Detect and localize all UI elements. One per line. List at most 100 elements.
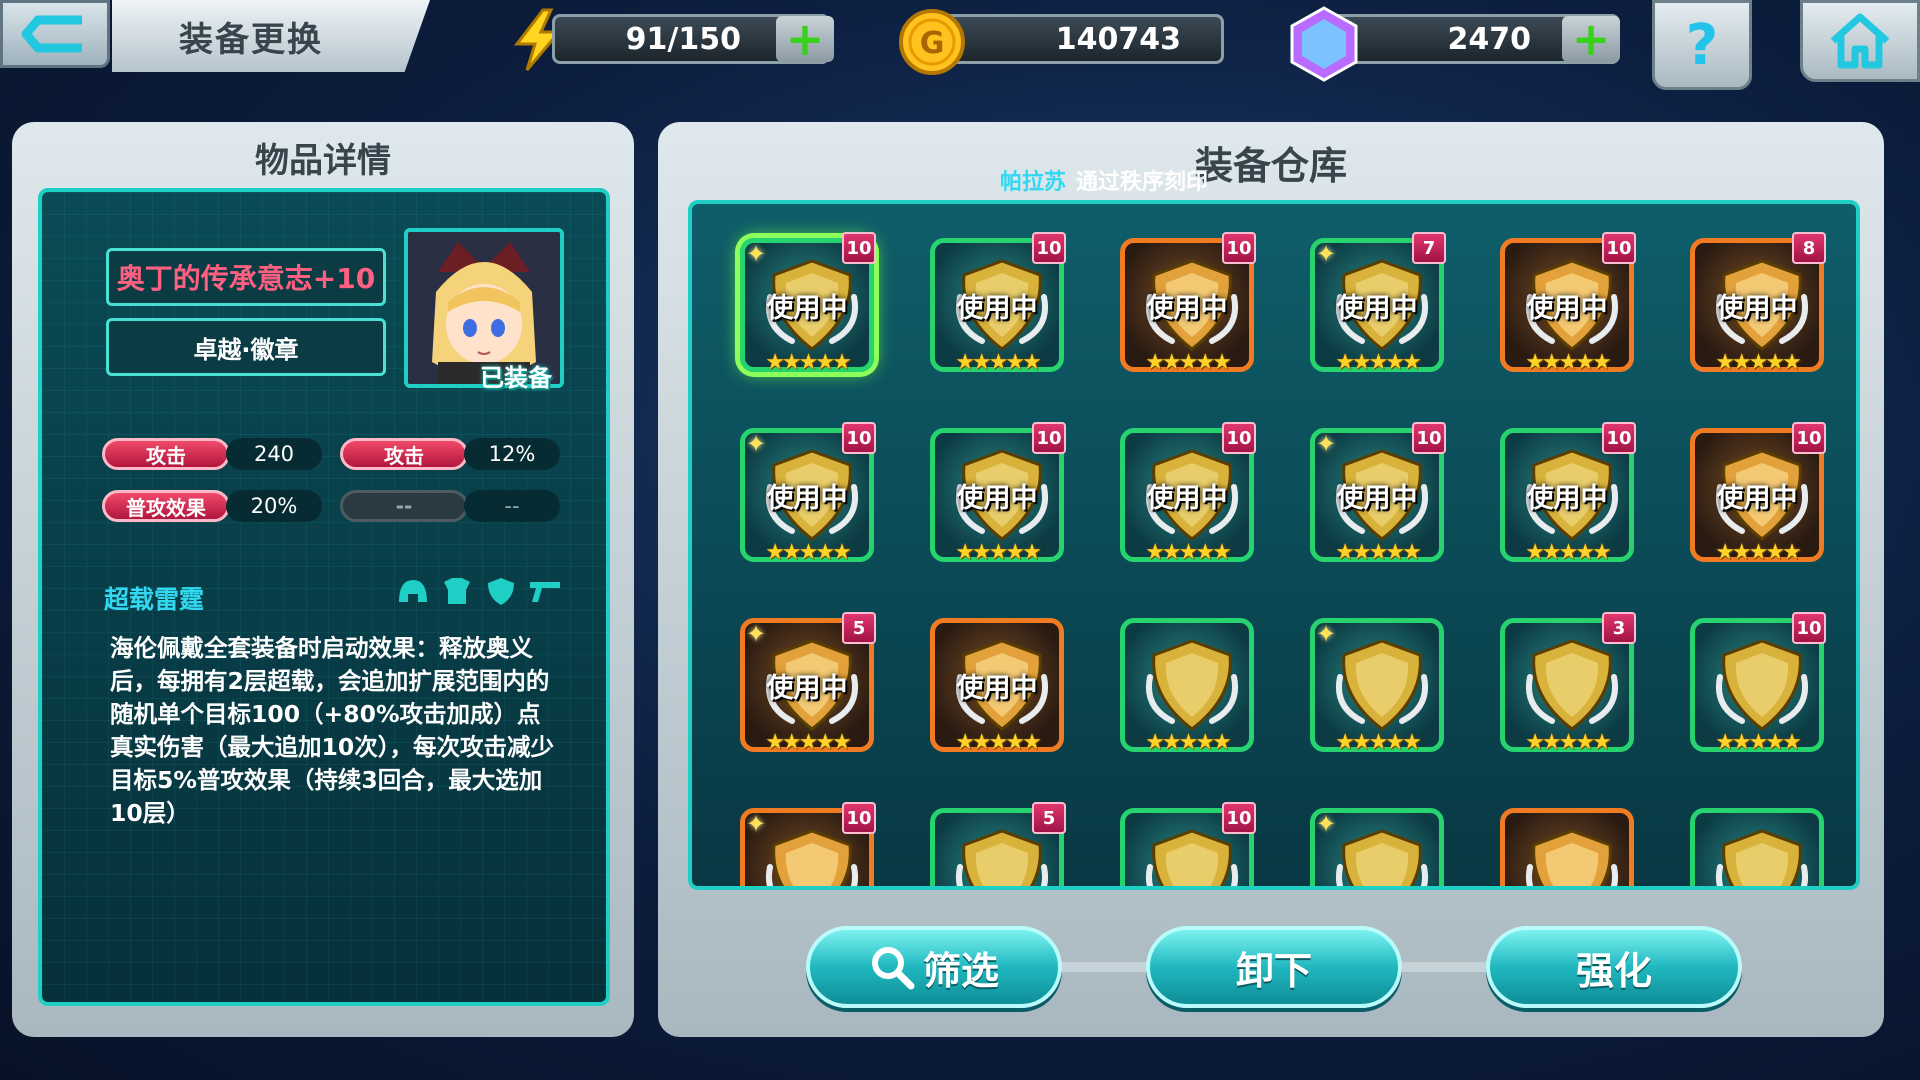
set-effect-description: 海伦佩戴全套装备时启动效果：释放奥义后，每拥有2层超载，会追加扩展范围内的随机单… [110, 634, 554, 827]
stat-value: 20% [226, 490, 322, 522]
unequip-button-wrap: 卸下 [1146, 926, 1402, 1010]
purple-emblem-icon [766, 829, 858, 886]
equipment-slot[interactable]: ✦ 10 使用中 ★★★★★ [732, 420, 882, 570]
equipment-slot[interactable]: 8 使用中 ★★★★★ [1682, 230, 1832, 380]
star-rating: ★★★★★ [1715, 540, 1802, 565]
star-rating: ★★★★★ [765, 730, 852, 755]
in-use-label: 使用中 [766, 673, 848, 704]
in-use-label: 使用中 [1146, 293, 1228, 324]
equipment-grid[interactable]: ✦ 10 使用中 ★★★★★ 10 使用中 ★★★★★ 10 使用中 ★★★★★ ✦ 7 使用中 ★★★★… [688, 200, 1860, 890]
dice-emblem-icon [1336, 639, 1428, 731]
enhance-level-badge: 10 [1032, 232, 1066, 264]
eye-emblem-icon [1716, 639, 1808, 731]
equipment-slot[interactable]: ★★★★★ [1112, 610, 1262, 760]
sparkle-icon: ✦ [1316, 810, 1337, 838]
gun-icon [530, 582, 560, 602]
sparkle-icon: ✦ [1316, 240, 1337, 268]
enhance-button-label: 强化 [1575, 948, 1652, 993]
filter-button-wrap: 筛选 [806, 926, 1062, 1010]
equipment-frame [1500, 808, 1634, 886]
in-use-label: 使用中 [1716, 483, 1798, 514]
in-use-label: 使用中 [1526, 293, 1608, 324]
gold-coin-icon: G [896, 6, 968, 78]
star-rating: ★★★★★ [1145, 540, 1232, 565]
stat-value-empty: -- [464, 490, 560, 522]
equipment-slot[interactable]: 10 使用中 ★★★★★ [922, 230, 1072, 380]
enhance-level-badge: 8 [1792, 232, 1826, 264]
in-use-label: 使用中 [956, 293, 1038, 324]
equipment-slot[interactable]: 使用中 ★★★★★ [922, 610, 1072, 760]
screen-title-plate: 装备更换 [112, 0, 430, 72]
stat-name: 攻击 [340, 438, 468, 470]
sparkle-icon: ✦ [1316, 620, 1337, 648]
screen-title: 装备更换 [179, 19, 323, 60]
star-rating: ★★★★★ [1145, 730, 1232, 755]
star-rating: ★★★★★ [1145, 350, 1232, 375]
enhance-button[interactable]: 强化 [1486, 926, 1742, 1008]
equipment-slot[interactable]: 10 [1112, 800, 1262, 886]
equipment-slot[interactable]: 10 ★★★★★ [1682, 610, 1832, 760]
equipment-slot[interactable] [1492, 800, 1642, 886]
star-rating: ★★★★★ [955, 730, 1042, 755]
equipment-slot[interactable]: 5 [922, 800, 1072, 886]
enhance-level-badge: 10 [842, 232, 876, 264]
enhance-level-badge: 10 [1792, 422, 1826, 454]
back-button[interactable] [0, 0, 110, 68]
question-icon: ? [1685, 12, 1719, 78]
announcement-text: 通过秩序刻印 [1076, 170, 1209, 195]
star-rating: ★★★★★ [1525, 540, 1612, 565]
star-rating: ★★★★★ [765, 350, 852, 375]
star-rating: ★★★★★ [1715, 350, 1802, 375]
gem-icon [1286, 4, 1362, 84]
add-energy-button[interactable]: + [776, 16, 834, 62]
equipment-slot[interactable]: ✦ 10 使用中 ★★★★★ [1302, 420, 1452, 570]
equipment-slot[interactable]: 3 ★★★★★ [1492, 610, 1642, 760]
equipment-slot[interactable]: 10 使用中 ★★★★★ [1682, 420, 1832, 570]
equipment-slot[interactable]: ✦ 10 使用中 ★★★★★ [732, 230, 882, 380]
sparkle-icon: ✦ [746, 810, 767, 838]
spiral-emblem-icon [1716, 829, 1808, 886]
equipment-slot[interactable] [1682, 800, 1832, 886]
equipment-slot[interactable]: 10 使用中 ★★★★★ [1492, 230, 1642, 380]
orange-emblem-icon [1336, 829, 1428, 886]
red-emblem-icon [1526, 829, 1618, 886]
in-use-label: 使用中 [956, 673, 1038, 704]
star-rating: ★★★★★ [765, 540, 852, 565]
set-effect-title: 超载雷霆 [104, 585, 205, 614]
help-button[interactable]: ? [1652, 0, 1752, 90]
plus-icon: + [785, 12, 825, 66]
button-connector [1400, 962, 1500, 972]
equipment-slot[interactable]: ✦ ★★★★★ [1302, 610, 1452, 760]
filter-button-label: 筛选 [922, 948, 999, 993]
home-icon [1830, 13, 1890, 69]
equipment-slot[interactable]: ✦ 7 使用中 ★★★★★ [1302, 230, 1452, 380]
enhance-button-wrap: 强化 [1486, 926, 1742, 1010]
star-rating: ★★★★★ [955, 540, 1042, 565]
in-use-label: 使用中 [1146, 483, 1228, 514]
stat-name: 普攻效果 [102, 490, 230, 522]
shield-icon [488, 578, 514, 605]
in-use-label: 使用中 [1336, 483, 1418, 514]
announcement-ticker: 帕拉苏 通过秩序刻印 [1000, 160, 1300, 200]
plus-icon: + [1571, 12, 1611, 66]
star-rating: ★★★★★ [1335, 350, 1422, 375]
equipment-slot[interactable]: ✦ [1302, 800, 1452, 886]
equipment-slot[interactable]: ✦ 10 [732, 800, 882, 886]
star-rating: ★★★★★ [955, 350, 1042, 375]
equipment-slot[interactable]: ✦ 5 使用中 ★★★★★ [732, 610, 882, 760]
equipment-slot[interactable]: 10 使用中 ★★★★★ [1492, 420, 1642, 570]
home-button[interactable] [1800, 0, 1920, 82]
detail-panel-title: 物品详情 [255, 140, 391, 181]
in-use-label: 使用中 [1716, 293, 1798, 324]
enhance-level-badge: 10 [1032, 422, 1066, 454]
star-rating: ★★★★★ [1715, 730, 1802, 755]
equipment-slot[interactable]: 10 使用中 ★★★★★ [1112, 230, 1262, 380]
unequip-button[interactable]: 卸下 [1146, 926, 1402, 1008]
filter-button[interactable]: 筛选 [806, 926, 1062, 1008]
equipment-slot[interactable]: 10 使用中 ★★★★★ [922, 420, 1072, 570]
enhance-level-badge: 10 [842, 802, 876, 834]
star-rating: ★★★★★ [1335, 730, 1422, 755]
equipment-slot[interactable]: 10 使用中 ★★★★★ [1112, 420, 1262, 570]
blade-emblem-icon [956, 829, 1048, 886]
add-gems-button[interactable]: + [1562, 16, 1620, 62]
